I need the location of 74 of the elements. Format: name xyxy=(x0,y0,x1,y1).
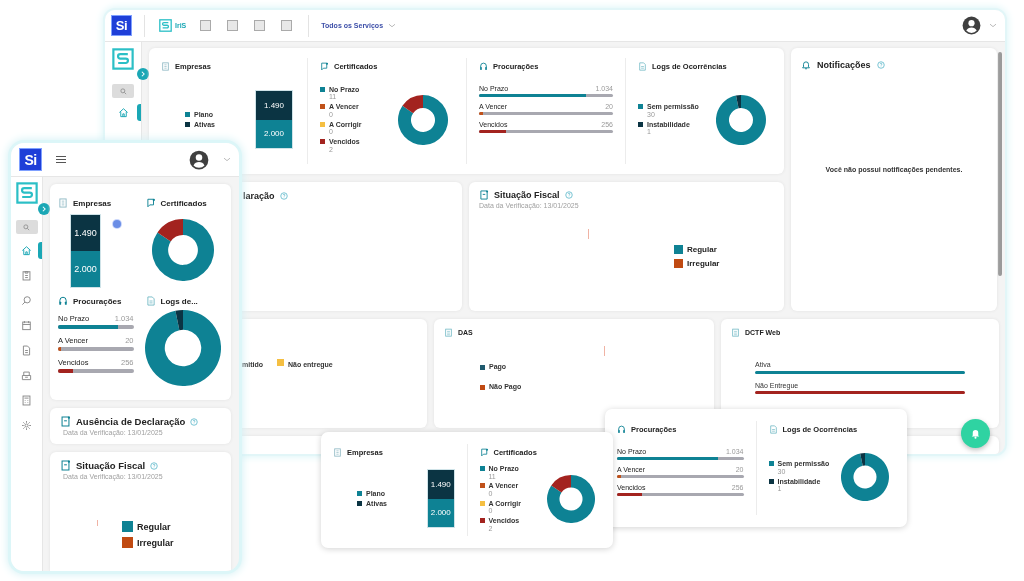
help-icon xyxy=(279,192,288,200)
clipboard-icon[interactable] xyxy=(21,270,32,281)
clipboard-icon xyxy=(731,328,740,337)
chevron-right-icon xyxy=(140,71,146,77)
home-icon[interactable] xyxy=(21,245,32,256)
logo-icon xyxy=(112,48,134,70)
bar-segment: 1.490 xyxy=(256,91,292,120)
menu-icon[interactable] xyxy=(56,155,66,164)
document-icon xyxy=(60,460,71,471)
section-title: Procurações xyxy=(73,296,122,306)
legend-label: Irregular xyxy=(137,537,174,548)
calendar-icon[interactable] xyxy=(21,320,32,331)
section-title: Empresas xyxy=(73,198,112,208)
chevron-down-icon[interactable] xyxy=(223,157,231,162)
legend-label: Regular xyxy=(687,245,717,254)
certificate-icon xyxy=(145,198,156,208)
card-title: laração xyxy=(243,191,275,201)
bar-segment: 1.490 xyxy=(428,470,454,499)
bell-icon xyxy=(970,428,981,439)
search-icon xyxy=(119,87,127,95)
headset-icon xyxy=(58,296,68,306)
help-icon xyxy=(564,191,573,199)
app-logo[interactable]: Si xyxy=(111,15,132,36)
calculator-icon[interactable] xyxy=(21,395,32,406)
avatar-icon[interactable] xyxy=(189,149,209,170)
bar-segment: 2.000 xyxy=(428,498,454,527)
document-icon[interactable] xyxy=(21,345,32,356)
bar-segment: 2.000 xyxy=(256,119,292,148)
chevron-down-icon[interactable] xyxy=(989,23,997,28)
document-icon xyxy=(145,296,156,306)
section-title: Certificados xyxy=(160,198,207,208)
card-title: Ausência de Declaração xyxy=(76,416,186,427)
card-title: Situação Fiscal xyxy=(76,460,146,471)
help-icon xyxy=(150,461,159,470)
legend-label: Irregular xyxy=(687,259,720,268)
chart-tick xyxy=(604,346,605,356)
avatar-icon[interactable] xyxy=(962,16,981,35)
home-icon[interactable] xyxy=(117,107,129,118)
document-icon xyxy=(638,62,647,71)
building-icon xyxy=(58,198,68,208)
logo-icon xyxy=(159,19,172,32)
chevron-right-icon xyxy=(41,206,47,212)
section-title: Logs de... xyxy=(160,296,198,306)
building-icon xyxy=(333,448,342,457)
certificate-icon xyxy=(479,448,489,457)
bar-segment: 1.490 xyxy=(71,215,100,251)
app-logo[interactable]: Si xyxy=(19,148,42,171)
headset-icon xyxy=(617,425,626,434)
certificate-icon xyxy=(320,62,329,71)
chart-tick xyxy=(588,229,589,239)
inbox-icon[interactable] xyxy=(21,370,32,381)
bell-icon xyxy=(801,60,811,70)
chevron-down-icon xyxy=(388,23,397,28)
search-icon[interactable] xyxy=(21,295,32,306)
document-icon xyxy=(479,190,489,200)
legend-label: Regular xyxy=(137,521,171,532)
expand-button[interactable] xyxy=(137,68,149,80)
expand-button[interactable] xyxy=(38,203,50,215)
chart-tick xyxy=(97,520,98,526)
card-title: Notificações xyxy=(817,60,871,70)
building-icon xyxy=(161,62,170,71)
search-icon xyxy=(23,223,30,231)
help-icon xyxy=(876,61,885,69)
headset-icon xyxy=(479,62,488,71)
help-icon xyxy=(190,417,199,426)
clipboard-icon xyxy=(444,328,453,337)
document-icon xyxy=(768,425,778,434)
bar-segment: 2.000 xyxy=(71,251,100,287)
logo-icon xyxy=(15,182,38,204)
document-icon xyxy=(60,416,71,427)
search-button[interactable] xyxy=(15,220,38,234)
status-dot xyxy=(113,220,121,228)
search-button[interactable] xyxy=(112,84,134,98)
card-title: Situação Fiscal xyxy=(494,190,560,200)
